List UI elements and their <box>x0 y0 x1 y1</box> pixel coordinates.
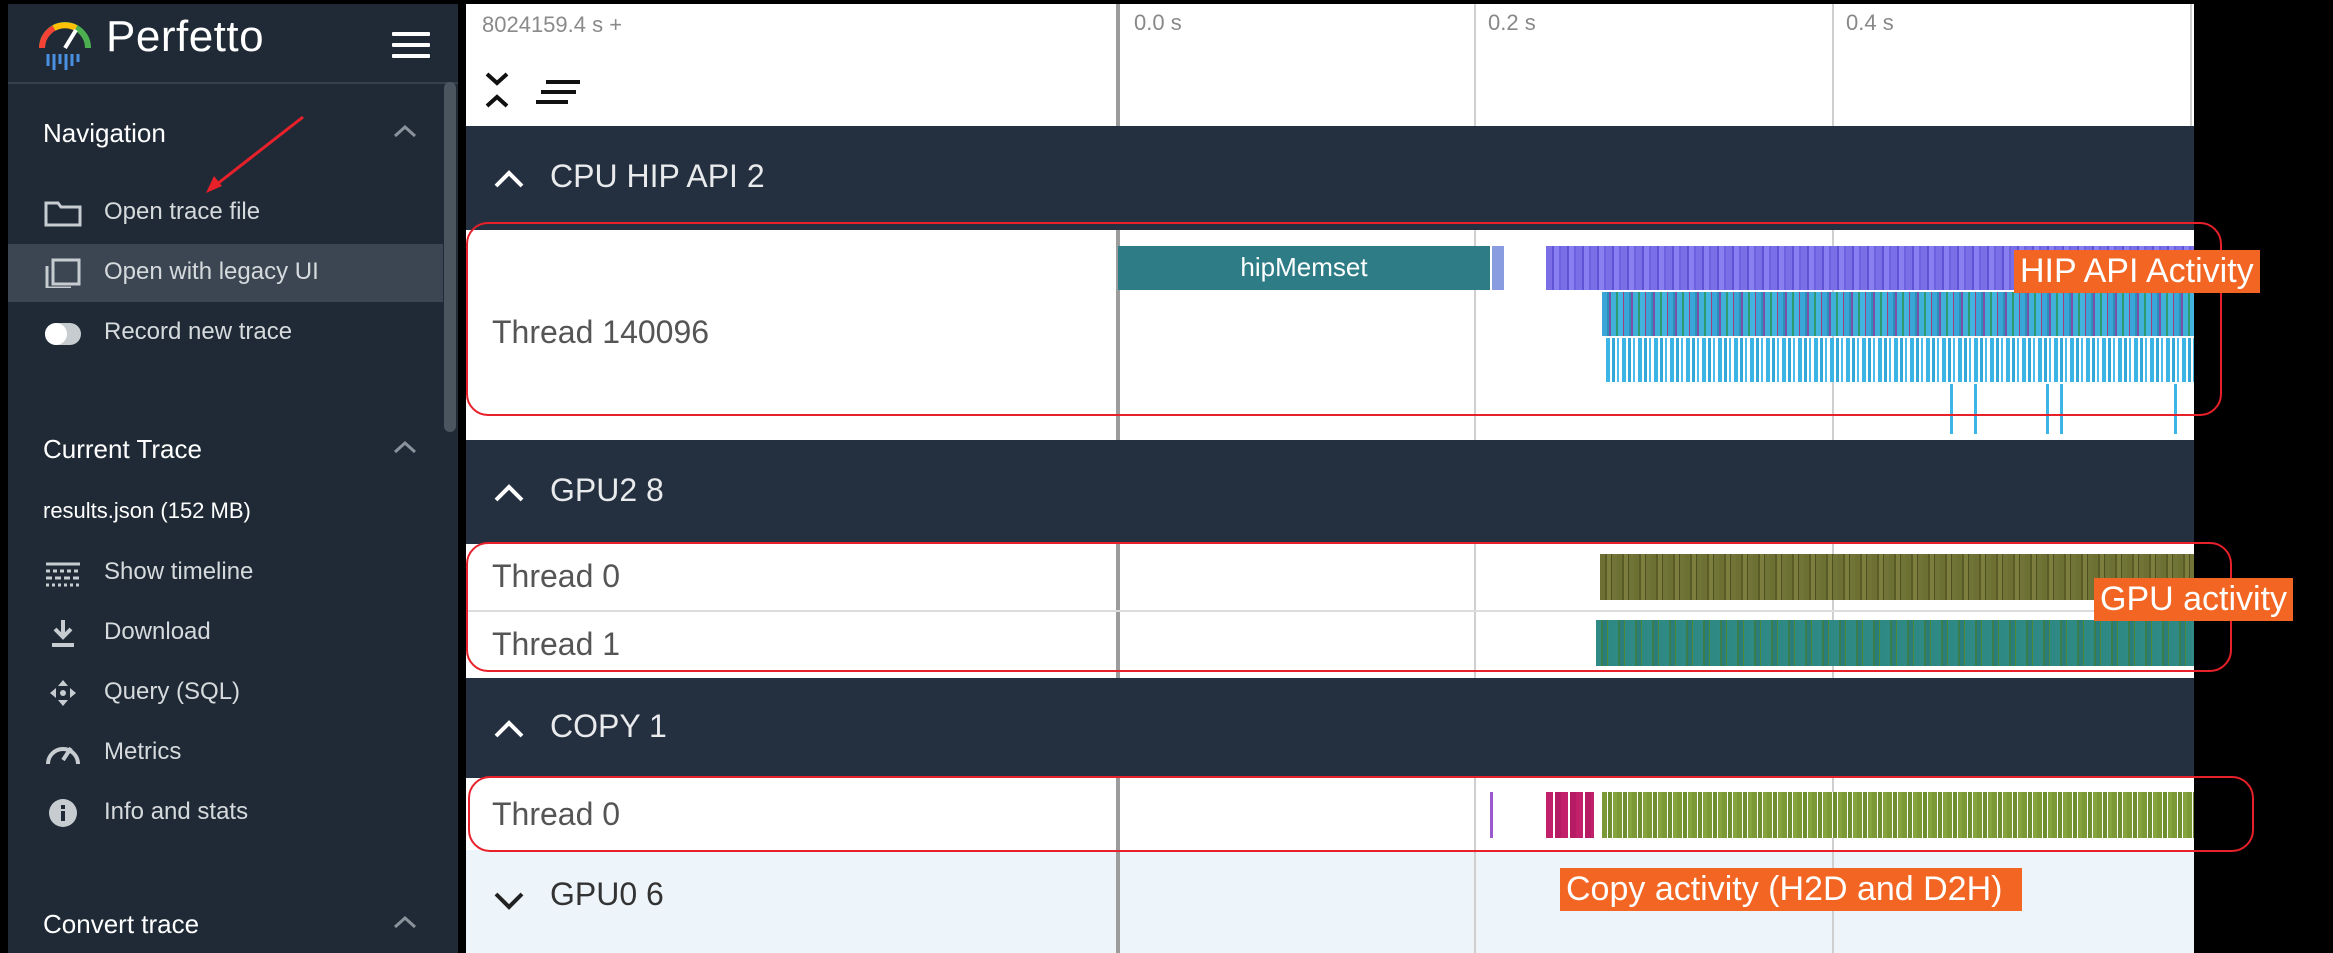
folder-icon <box>44 201 82 227</box>
hamburger-menu-icon[interactable] <box>392 32 432 58</box>
track-group-gpu2-8[interactable]: GPU2 8 <box>466 440 2194 544</box>
timeline-icon <box>46 562 80 587</box>
perfetto-logo-icon <box>39 22 91 70</box>
sidebar-item-label: Record new trace <box>104 318 293 345</box>
sidebar-header: Perfetto <box>8 4 458 84</box>
sidebar-item-label: Open trace file <box>104 198 261 225</box>
track-group-cpu-hip-api-2[interactable]: CPU HIP API 2 <box>466 126 2194 230</box>
section-title-convert-trace[interactable]: Convert trace <box>43 909 199 940</box>
sidebar-item-query-sql[interactable]: Query (SQL) <box>8 664 443 722</box>
chevron-up-icon[interactable] <box>492 718 526 740</box>
download-icon <box>52 620 74 647</box>
current-trace-name: results.json (152 MB) <box>43 498 251 523</box>
section-title-navigation[interactable]: Navigation <box>43 118 166 149</box>
time-ruler[interactable]: 8024159.4 s + 0.0 s 0.2 s 0.4 s <box>466 4 2194 126</box>
red-arrow-annotation <box>206 115 304 193</box>
query-icon <box>50 680 76 706</box>
track-group-title: GPU2 8 <box>550 472 664 508</box>
tick-label: 0.4 s <box>1846 10 1894 35</box>
sidebar-item-label: Metrics <box>104 738 182 765</box>
annotation-label-copy: Copy activity (H2D and D2H) <box>1560 868 2023 911</box>
track-group-copy-1[interactable]: COPY 1 <box>466 678 2194 778</box>
filter-none-icon <box>45 258 81 288</box>
tick-label: 0.2 s <box>1488 10 1536 35</box>
annotation-box-copy <box>468 776 2254 852</box>
track-group-title: GPU0 6 <box>550 876 664 912</box>
info-icon <box>49 799 77 827</box>
sidebar-item-label: Open with legacy UI <box>104 258 319 285</box>
sidebar-item-label: Show timeline <box>104 558 254 585</box>
track-group-title: COPY 1 <box>550 708 667 744</box>
grid-line <box>2190 4 2192 126</box>
chevron-up-icon[interactable] <box>393 915 417 929</box>
sidebar-item-record-new-trace[interactable]: Record new trace <box>8 304 443 362</box>
sidebar-item-show-timeline[interactable]: Show timeline <box>8 544 443 602</box>
annotation-box-gpu <box>466 542 2232 672</box>
sidebar-item-open-with-legacy-ui[interactable]: Open with legacy UI <box>8 244 443 302</box>
chevron-down-icon[interactable] <box>492 890 526 912</box>
sidebar-item-label: Info and stats <box>104 798 249 825</box>
section-title-current-trace[interactable]: Current Trace <box>43 434 202 465</box>
sidebar-item-info-and-stats[interactable]: Info and stats <box>8 784 443 842</box>
sidebar-item-download[interactable]: Download <box>8 604 443 662</box>
collapse-all-icon[interactable] <box>482 70 512 110</box>
time-origin: 8024159.4 s + <box>482 12 623 37</box>
chevron-up-icon[interactable] <box>393 124 417 138</box>
annotation-box-hip-api <box>466 222 2222 416</box>
chevron-up-icon[interactable] <box>393 440 417 454</box>
annotation-label-gpu: GPU activity <box>2094 578 2294 621</box>
annotation-label-hip-api: HIP API Activity <box>2014 250 2260 293</box>
sidebar-item-label: Query (SQL) <box>104 678 241 705</box>
sidebar-item-metrics[interactable]: Metrics <box>8 724 443 782</box>
chevron-up-icon[interactable] <box>492 168 526 190</box>
chevron-up-icon[interactable] <box>492 482 526 504</box>
track-group-title: CPU HIP API 2 <box>550 158 765 194</box>
sidebar-scrollbar[interactable] <box>444 82 456 432</box>
toggle-icon <box>45 323 81 345</box>
sidebar: Perfetto Navigation Open trace file Open… <box>8 4 458 953</box>
sidebar-item-label: Download <box>104 618 211 645</box>
filter-lines-icon[interactable] <box>536 78 582 108</box>
speedometer-icon <box>46 746 80 765</box>
tick-label: 0.0 s <box>1134 10 1182 35</box>
app-title: Perfetto <box>106 12 265 61</box>
